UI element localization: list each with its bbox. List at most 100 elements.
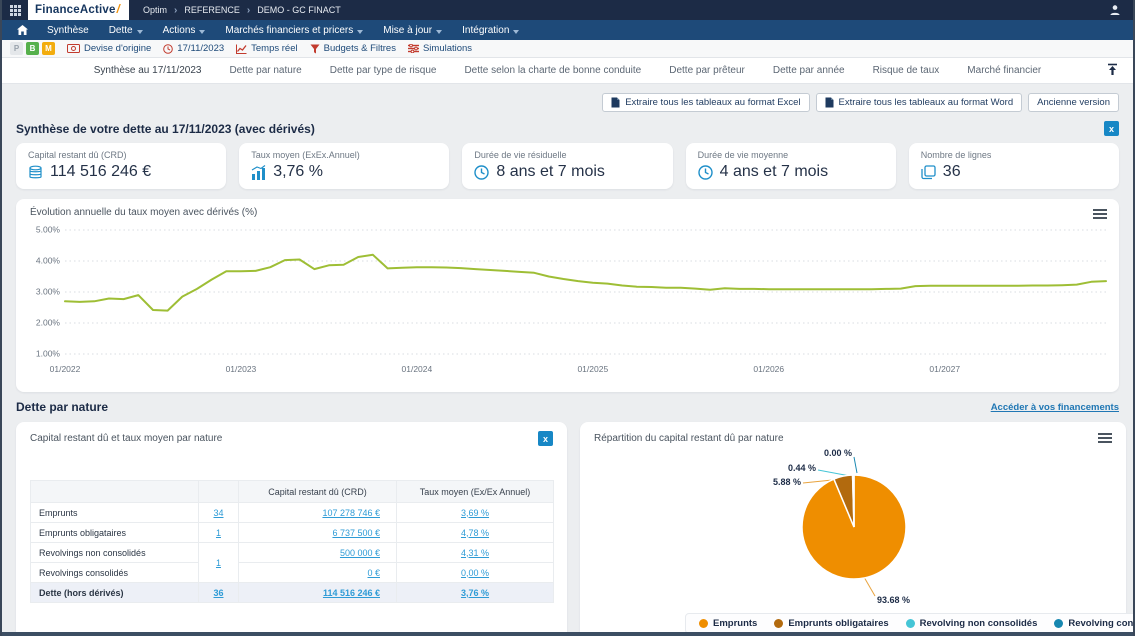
legend-item-emprunts-obligataires[interactable]: Emprunts obligataires — [774, 618, 888, 629]
chart-title: Évolution annuelle du taux moyen avec dé… — [30, 207, 1105, 218]
tab-marche-financier[interactable]: Marché financier — [953, 65, 1055, 76]
count-link[interactable]: 1 — [216, 528, 221, 538]
filter-icon — [310, 44, 320, 54]
taux-link[interactable]: 3,69 % — [461, 508, 489, 518]
count-link[interactable]: 34 — [213, 508, 223, 518]
chevron-down-icon — [199, 30, 205, 34]
pages-icon — [921, 165, 936, 180]
clock-icon — [698, 165, 713, 180]
dette-panels: Capital restant dû et taux moyen par nat… — [16, 422, 1119, 636]
crd-link[interactable]: 500 000 € — [340, 548, 380, 558]
export-excel-button[interactable]: Extraire tous les tableaux au format Exc… — [602, 93, 809, 112]
excel-export-icon[interactable]: x — [1104, 121, 1119, 136]
date-button[interactable]: 17/11/2023 — [163, 43, 224, 54]
nav-item-mise-a-jour[interactable]: Mise à jour — [373, 20, 452, 40]
toolbar-badge[interactable]: P — [10, 42, 23, 55]
chevron-down-icon — [436, 30, 442, 34]
breadcrumb-item[interactable]: Optim — [143, 5, 167, 15]
toolbar-badge[interactable]: B — [26, 42, 39, 55]
main-nav: Synthèse Dette Actions Marchés financier… — [2, 20, 1133, 40]
scroll-to-top-icon[interactable] — [1106, 63, 1119, 79]
tab-dette-preteur[interactable]: Dette par prêteur — [655, 65, 759, 76]
nav-item-synthese[interactable]: Synthèse — [37, 20, 99, 40]
home-icon[interactable] — [8, 25, 37, 35]
taux-link[interactable]: 4,31 % — [461, 548, 489, 558]
crd-taux-table-panel: Capital restant dû et taux moyen par nat… — [16, 422, 567, 636]
tab-dette-annee[interactable]: Dette par année — [759, 65, 859, 76]
svg-text:2.00%: 2.00% — [36, 318, 61, 328]
panel-title: Capital restant dû et taux moyen par nat… — [30, 433, 222, 444]
apps-grid-icon[interactable] — [2, 0, 28, 20]
financements-link[interactable]: Accéder à vos financements — [991, 402, 1119, 413]
tab-dette-charte[interactable]: Dette selon la charte de bonne conduite — [450, 65, 655, 76]
svg-text:5.00%: 5.00% — [36, 225, 61, 235]
legend-item-revolving-non-consolides[interactable]: Revolving non consolidés — [906, 618, 1038, 629]
user-icon[interactable] — [1109, 4, 1121, 16]
nav-item-dette[interactable]: Dette — [99, 20, 153, 40]
legend-item-emprunts[interactable]: Emprunts — [699, 618, 757, 629]
nav-item-actions[interactable]: Actions — [153, 20, 216, 40]
pie-chart-area: 0.00 % 0.44 % 5.88 % 93.68 % Emprunts Em… — [594, 447, 1112, 636]
file-icon — [825, 97, 834, 108]
count-link[interactable]: 36 — [213, 588, 223, 598]
kpi-value: 36 — [943, 163, 961, 181]
tab-dette-par-nature[interactable]: Dette par nature — [215, 65, 315, 76]
pie-chart — [594, 447, 1112, 636]
taux-link[interactable]: 3,76 % — [461, 588, 489, 598]
svg-text:01/2026: 01/2026 — [753, 364, 784, 374]
table-total-row: Dette (hors dérivés) 36 114 516 246 € 3,… — [31, 583, 554, 603]
svg-text:01/2027: 01/2027 — [929, 364, 960, 374]
chart-menu-icon[interactable] — [1098, 431, 1112, 445]
crd-link[interactable]: 6 737 500 € — [332, 528, 380, 538]
chart-menu-icon[interactable] — [1093, 207, 1107, 221]
crd-link[interactable]: 0 € — [367, 568, 380, 578]
pie-legend: Emprunts Emprunts obligataires Revolving… — [685, 613, 1135, 634]
nav-item-marches[interactable]: Marchés financiers et pricers — [215, 20, 373, 40]
topbar: FinanceActive/ Optim › REFERENCE › DEMO … — [2, 0, 1133, 20]
taux-link[interactable]: 4,78 % — [461, 528, 489, 538]
page-content: Extraire tous les tableaux au format Exc… — [2, 84, 1133, 636]
export-word-button[interactable]: Extraire tous les tableaux au format Wor… — [816, 93, 1023, 112]
count-link[interactable]: 1 — [216, 558, 221, 568]
crd-link[interactable]: 114 516 246 € — [323, 588, 380, 598]
devise-origine-button[interactable]: Devise d'origine — [67, 43, 151, 54]
tab-synthese[interactable]: Synthèse au 17/11/2023 — [80, 65, 216, 76]
simulations-button[interactable]: Simulations — [408, 43, 472, 54]
budgets-filtres-button[interactable]: Budgets & Filtres — [310, 43, 396, 54]
crd-link[interactable]: 107 278 746 € — [322, 508, 380, 518]
breadcrumb: Optim › REFERENCE › DEMO - GC FINACT — [143, 5, 341, 16]
svg-text:4.00%: 4.00% — [36, 256, 61, 266]
app-window: FinanceActive/ Optim › REFERENCE › DEMO … — [0, 0, 1135, 636]
pie-slice-label: 0.44 % — [772, 463, 816, 473]
kpi-cards: Capital restant dû (CRD) 114 516 246 € T… — [16, 143, 1119, 189]
export-row: Extraire tous les tableaux au format Exc… — [16, 84, 1119, 112]
repartition-pie-panel: Répartition du capital restant dû par na… — [580, 422, 1126, 636]
old-version-button[interactable]: Ancienne version — [1028, 93, 1119, 112]
kpi-value: 3,76 % — [273, 163, 323, 181]
svg-text:01/2025: 01/2025 — [577, 364, 608, 374]
panel-title: Répartition du capital restant dû par na… — [594, 433, 784, 444]
chevron-right-icon: › — [174, 5, 177, 16]
nav-item-integration[interactable]: Intégration — [452, 20, 529, 40]
temps-reel-button[interactable]: Temps réel — [236, 43, 297, 54]
svg-text:1.00%: 1.00% — [36, 349, 61, 359]
logo[interactable]: FinanceActive/ — [28, 0, 129, 20]
mode-badges: P B M — [10, 42, 55, 55]
toolbar-badge[interactable]: M — [42, 42, 55, 55]
legend-dot — [699, 619, 708, 628]
taux-link[interactable]: 0,00 % — [461, 568, 489, 578]
kpi-card-duree-residuelle: Durée de vie résiduelle 8 ans et 7 mois — [462, 143, 672, 189]
kpi-card-crd: Capital restant dû (CRD) 114 516 246 € — [16, 143, 226, 189]
excel-export-icon[interactable]: x — [538, 431, 553, 446]
kpi-value: 8 ans et 7 mois — [496, 163, 605, 181]
breadcrumb-item[interactable]: DEMO - GC FINACT — [257, 5, 341, 15]
tab-risque-taux[interactable]: Risque de taux — [859, 65, 954, 76]
synthese-section-header: Synthèse de votre dette au 17/11/2023 (a… — [16, 121, 1119, 136]
breadcrumb-item[interactable]: REFERENCE — [184, 5, 240, 15]
col-header-crd: Capital restant dû (CRD) — [239, 481, 397, 503]
col-header-taux: Taux moyen (Ex/Ex Annuel) — [397, 481, 554, 503]
report-tabs: Synthèse au 17/11/2023 Dette par nature … — [2, 58, 1133, 84]
legend-item-revolving-consolides[interactable]: Revolving consolidés — [1054, 618, 1135, 629]
table-row: Revolvings non consolidés 1 500 000 € 4,… — [31, 543, 554, 563]
tab-dette-type-risque[interactable]: Dette par type de risque — [316, 65, 451, 76]
